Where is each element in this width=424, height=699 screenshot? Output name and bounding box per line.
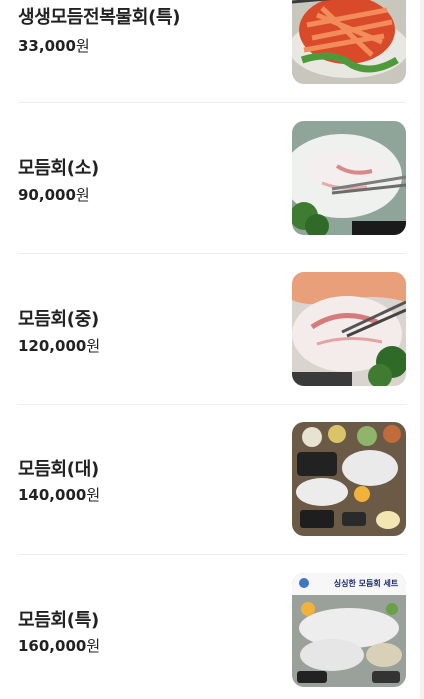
price-unit: 원 <box>75 186 90 204</box>
price-value: 160,000 <box>18 637 87 655</box>
price-unit: 원 <box>86 486 101 504</box>
price-unit: 원 <box>75 37 90 55</box>
price-value: 33,000 <box>18 37 76 55</box>
set-banner-photo[interactable]: 싱싱한 모듬회 세트 <box>292 573 406 687</box>
menu-item-mulhoe-special[interactable]: 생생모듬전복물회(특) 33,000원 <box>18 0 406 87</box>
menu-item-modeum-large[interactable]: 모듬회(대) 140,000원 <box>18 421 406 539</box>
menu-item-price: 33,000원 <box>18 35 90 56</box>
price-value: 140,000 <box>18 486 87 504</box>
menu-item-name: 생생모듬전복물회(특) <box>18 7 181 28</box>
menu-item-price: 120,000원 <box>18 335 100 356</box>
sliced-raw-fish-photo[interactable] <box>292 121 406 235</box>
menu-item-modeum-small[interactable]: 모듬회(소) 90,000원 <box>18 120 406 238</box>
table-spread-photo[interactable] <box>292 422 406 536</box>
menu-item-name: 모듬회(대) <box>18 459 99 480</box>
scrollbar[interactable] <box>420 0 424 699</box>
menu-list: 생생모듬전복물회(특) 33,000원 모듬회(소) 90,000원 모듬회(중… <box>0 0 424 699</box>
price-unit: 원 <box>86 637 101 655</box>
divider <box>18 253 406 254</box>
mulhoe-bowl-photo[interactable] <box>292 0 406 84</box>
divider <box>18 102 406 103</box>
menu-item-name: 모듬회(소) <box>18 158 99 179</box>
menu-item-name: 모듬회(중) <box>18 309 99 330</box>
price-unit: 원 <box>86 337 101 355</box>
menu-item-name: 모듬회(특) <box>18 610 99 631</box>
menu-item-price: 90,000원 <box>18 184 90 205</box>
divider <box>18 404 406 405</box>
price-value: 120,000 <box>18 337 87 355</box>
sliced-raw-fish-photo[interactable] <box>292 272 406 386</box>
menu-item-modeum-medium[interactable]: 모듬회(중) 120,000원 <box>18 271 406 389</box>
menu-item-price: 140,000원 <box>18 484 100 505</box>
menu-item-modeum-special[interactable]: 모듬회(특) 160,000원 싱싱한 모듬회 세트 <box>18 572 406 690</box>
set-banner-text: 싱싱한 모듬회 세트 <box>334 578 399 588</box>
menu-item-price: 160,000원 <box>18 635 100 656</box>
divider <box>18 554 406 555</box>
price-value: 90,000 <box>18 186 76 204</box>
